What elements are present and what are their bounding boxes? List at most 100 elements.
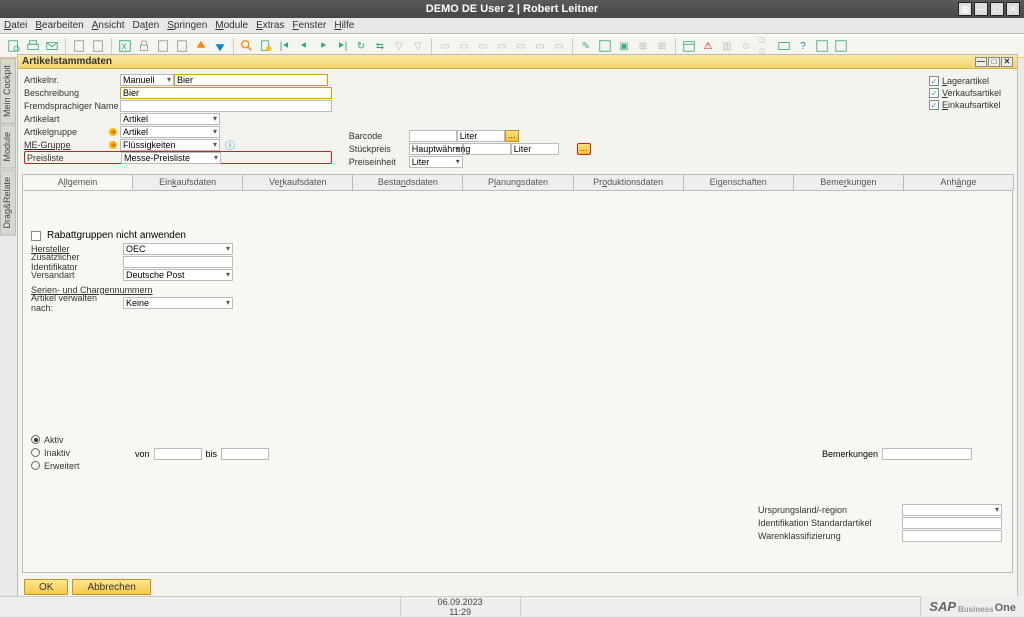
bis-input[interactable] bbox=[221, 448, 269, 460]
user-icon[interactable]: ☺ bbox=[738, 38, 754, 54]
panel1-icon[interactable] bbox=[814, 38, 830, 54]
tab-anhaenge[interactable]: Anhänge bbox=[903, 174, 1014, 190]
grey-icon-3[interactable]: ▭ bbox=[475, 38, 491, 54]
beschreibung-input[interactable] bbox=[120, 87, 332, 99]
doc4-icon[interactable] bbox=[174, 38, 190, 54]
sidetab-dragrelate[interactable]: Drag&Relate bbox=[0, 170, 16, 236]
lock-icon[interactable] bbox=[136, 38, 152, 54]
verkauf-checkbox[interactable]: ✓ bbox=[929, 88, 939, 98]
mail-icon[interactable] bbox=[44, 38, 60, 54]
artikelgruppe-select[interactable]: Artikel bbox=[120, 126, 220, 138]
grey-icon-4[interactable]: ▭ bbox=[494, 38, 510, 54]
verwalten-select[interactable]: Keine bbox=[123, 297, 233, 309]
menu-bearbeiten[interactable]: Bearbeiten bbox=[35, 20, 83, 31]
tab-bemerkungen[interactable]: Bemerkungen bbox=[793, 174, 904, 190]
menu-module[interactable]: Module bbox=[215, 20, 248, 31]
menu-hilfe[interactable]: Hilfe bbox=[334, 20, 354, 31]
sync-icon[interactable]: ⇆ bbox=[372, 38, 388, 54]
link1-icon[interactable]: ⊞ bbox=[635, 38, 651, 54]
link2-icon[interactable]: ⊞ bbox=[654, 38, 670, 54]
lager-checkbox[interactable]: ✓ bbox=[929, 76, 939, 86]
ok-button[interactable]: OK bbox=[24, 579, 68, 595]
von-input[interactable] bbox=[154, 448, 202, 460]
filter2-icon[interactable]: ▽ bbox=[410, 38, 426, 54]
close-icon[interactable]: ✕ bbox=[1006, 2, 1020, 16]
ursprung-select[interactable] bbox=[902, 504, 1002, 516]
menu-springen[interactable]: Springen bbox=[167, 20, 207, 31]
minimize-icon[interactable]: — bbox=[974, 2, 988, 16]
cancel-button[interactable]: Abbrechen bbox=[72, 579, 150, 595]
doc2-icon[interactable] bbox=[90, 38, 106, 54]
filter1-icon[interactable]: ▽ bbox=[391, 38, 407, 54]
up-icon[interactable] bbox=[193, 38, 209, 54]
rabatt-checkbox[interactable] bbox=[31, 231, 41, 241]
artikelnr-input[interactable] bbox=[174, 74, 328, 86]
link-arrow-icon[interactable] bbox=[108, 127, 118, 137]
search-icon[interactable] bbox=[239, 38, 255, 54]
zusid-input[interactable] bbox=[123, 256, 233, 268]
radio-inaktiv[interactable] bbox=[31, 448, 40, 457]
tab-produktionsdaten[interactable]: Produktionsdaten bbox=[573, 174, 684, 190]
tab-einkaufsdaten[interactable]: Einkaufsdaten bbox=[132, 174, 243, 190]
doc3-icon[interactable] bbox=[155, 38, 171, 54]
grey-icon-2[interactable]: ▭ bbox=[456, 38, 472, 54]
grey-icon-6[interactable]: ▭ bbox=[532, 38, 548, 54]
layout-icon[interactable] bbox=[597, 38, 613, 54]
einkauf-checkbox[interactable]: ✓ bbox=[929, 100, 939, 110]
stueckpreis-curr-select[interactable]: Hauptwährung bbox=[409, 143, 463, 155]
artikelnr-mode-select[interactable]: Manuell bbox=[120, 74, 174, 86]
hersteller-select[interactable]: OEC bbox=[123, 243, 233, 255]
menu-ansicht[interactable]: Ansicht bbox=[92, 20, 125, 31]
window-close-icon[interactable]: ✕ bbox=[1001, 57, 1013, 67]
barcode-unit-input[interactable] bbox=[457, 130, 505, 142]
tab-planungsdaten[interactable]: Planungsdaten bbox=[462, 174, 573, 190]
next-icon[interactable]: ⯈ bbox=[315, 38, 331, 54]
sidetab-module[interactable]: Module bbox=[0, 125, 16, 169]
prev-icon[interactable]: ⯇ bbox=[296, 38, 312, 54]
fremdspr-input[interactable] bbox=[120, 100, 332, 112]
idstd-input[interactable] bbox=[902, 517, 1002, 529]
card-icon[interactable] bbox=[776, 38, 792, 54]
info-icon[interactable]: ⓘ bbox=[222, 137, 238, 153]
megruppe-select[interactable]: Flüssigkeiten bbox=[120, 139, 220, 151]
preview-icon[interactable] bbox=[6, 38, 22, 54]
barcode-input[interactable] bbox=[409, 130, 457, 142]
warenklass-input[interactable] bbox=[902, 530, 1002, 542]
warning-icon[interactable]: ⚠ bbox=[700, 38, 716, 54]
new-icon[interactable] bbox=[258, 38, 274, 54]
menu-daten[interactable]: Daten bbox=[133, 20, 160, 31]
down-icon[interactable] bbox=[212, 38, 228, 54]
menu-fenster[interactable]: Fenster bbox=[292, 20, 326, 31]
tab-verkaufsdaten[interactable]: Verkaufsdaten bbox=[242, 174, 353, 190]
print-icon[interactable] bbox=[25, 38, 41, 54]
stueckpreis-unit-input[interactable] bbox=[511, 143, 559, 155]
grey-icon-7[interactable]: ▭ bbox=[551, 38, 567, 54]
last-icon[interactable]: ⯈| bbox=[334, 38, 350, 54]
panel2-icon[interactable] bbox=[833, 38, 849, 54]
preiseinheit-select[interactable]: Liter bbox=[409, 156, 463, 168]
sidetab-cockpit[interactable]: Mein Cockpit bbox=[0, 58, 16, 124]
doc1-icon[interactable] bbox=[71, 38, 87, 54]
window-minimize-icon[interactable]: — bbox=[975, 57, 987, 67]
refresh-icon[interactable]: ↻ bbox=[353, 38, 369, 54]
grey-icon-1[interactable]: ▭ bbox=[437, 38, 453, 54]
grid-icon[interactable]: ▦ bbox=[958, 2, 972, 16]
grey-icon-5[interactable]: ▭ bbox=[513, 38, 529, 54]
maximize-icon[interactable]: □ bbox=[990, 2, 1004, 16]
link-arrow-icon-2[interactable] bbox=[108, 140, 118, 150]
tab-eigenschaften[interactable]: Eigenschaften bbox=[683, 174, 794, 190]
preisliste-select[interactable]: Messe-Preisliste bbox=[121, 152, 221, 164]
menu-extras[interactable]: Extras bbox=[256, 20, 284, 31]
chart-icon[interactable]: ▥ bbox=[719, 38, 735, 54]
radio-aktiv[interactable] bbox=[31, 435, 40, 444]
radio-erweitert[interactable] bbox=[31, 461, 40, 470]
versandart-select[interactable]: Deutsche Post bbox=[123, 269, 233, 281]
stueckpreis-picker-button[interactable]: … bbox=[577, 143, 591, 155]
users-icon[interactable]: ☺☺ bbox=[757, 38, 773, 54]
excel-icon[interactable]: X bbox=[117, 38, 133, 54]
tab-allgemein[interactable]: Allgemein bbox=[22, 174, 133, 190]
window-maximize-icon[interactable]: □ bbox=[988, 57, 1000, 67]
tab-bestandsdaten[interactable]: Bestandsdaten bbox=[352, 174, 463, 190]
artikelart-select[interactable]: Artikel bbox=[120, 113, 220, 125]
menu-datei[interactable]: DDateiatei bbox=[4, 20, 27, 31]
